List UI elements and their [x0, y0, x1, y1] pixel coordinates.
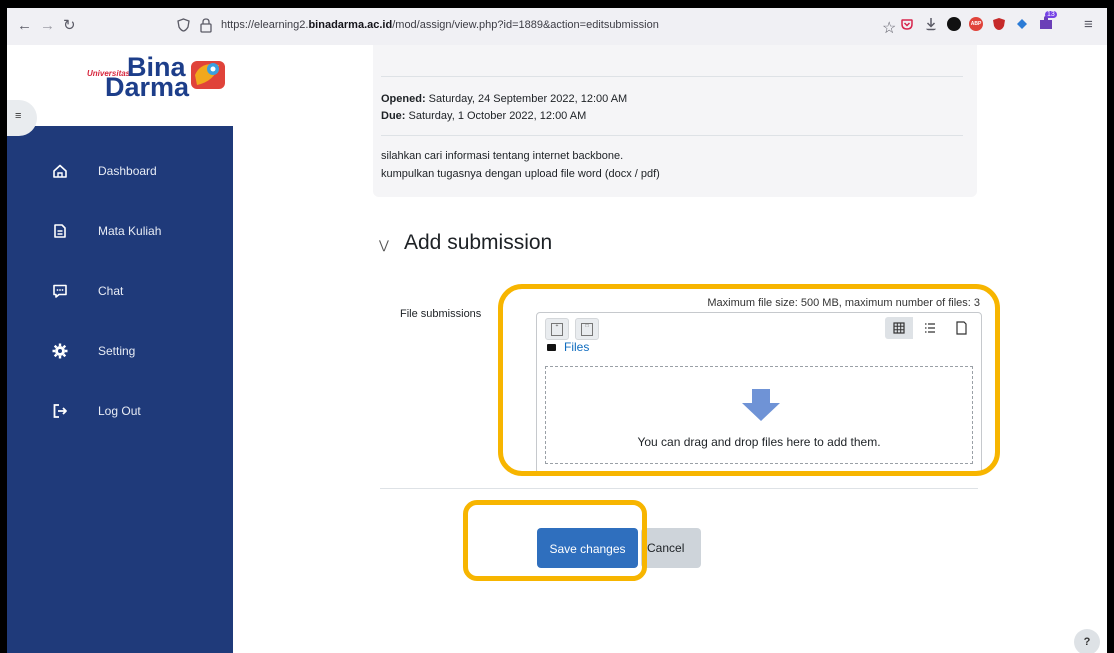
list-view-button[interactable] — [916, 317, 944, 339]
logo-darma-text: Darma — [105, 72, 190, 102]
file-manager: + □ Files You can drag and drop files he… — [536, 312, 982, 474]
document-icon — [54, 224, 66, 238]
help-button[interactable]: ? — [1074, 629, 1100, 653]
collapse-chevron-icon[interactable]: ⋁ — [379, 238, 389, 252]
pocket-icon[interactable] — [900, 17, 914, 31]
sidebar-item-label: Dashboard — [98, 164, 157, 178]
browser-toolbar: ← → ↻ https://elearning2.binadarma.ac.id… — [7, 8, 1107, 46]
main-content: Opened: Saturday, 24 September 2022, 12:… — [233, 45, 1107, 653]
sidebar-item-label: Setting — [98, 344, 136, 358]
sidebar-item-label: Chat — [98, 284, 124, 298]
due-date: Due: Saturday, 1 October 2022, 12:00 AM — [381, 110, 587, 122]
file-submissions-label: File submissions — [400, 308, 482, 320]
url-text[interactable]: https://elearning2.binadarma.ac.id/mod/a… — [221, 19, 659, 31]
assignment-description-line: kumpulkan tugasnya dengan upload file wo… — [381, 168, 660, 180]
divider — [380, 488, 978, 489]
chat-icon — [53, 284, 67, 298]
extension-count-badge: 13 — [1045, 11, 1057, 18]
gear-icon — [52, 343, 68, 359]
tree-view-icon — [956, 321, 967, 335]
opened-date: Opened: Saturday, 24 September 2022, 12:… — [381, 93, 628, 105]
app-menu-icon[interactable]: ≡ — [1084, 15, 1093, 35]
list-icon: ≡ — [15, 110, 22, 122]
adblock-icon[interactable]: ABP — [969, 17, 983, 31]
drop-zone-text: You can drag and drop files here to add … — [637, 435, 881, 449]
sidebar-item-dashboard[interactable]: Dashboard — [7, 152, 233, 192]
browser-window: ← → ↻ https://elearning2.binadarma.ac.id… — [7, 8, 1107, 653]
ublock-icon[interactable] — [992, 17, 1006, 31]
site-logo[interactable]: Universitas Bina Darma — [7, 45, 233, 127]
grid-view-button[interactable] — [885, 317, 913, 339]
sidebar-item-log-out[interactable]: Log Out — [7, 392, 233, 432]
divider — [381, 135, 963, 136]
section-title: Add submission — [404, 231, 553, 254]
cancel-button[interactable]: Cancel — [641, 528, 701, 568]
sidebar-item-label: Log Out — [98, 404, 141, 418]
url-bar[interactable]: https://elearning2.binadarma.ac.id/mod/a… — [97, 12, 896, 40]
tracking-shield-icon[interactable] — [177, 18, 190, 32]
forward-icon[interactable]: → — [40, 16, 55, 36]
assignment-description-line: silahkan cari informasi tentang internet… — [381, 150, 624, 162]
create-folder-button[interactable]: □ — [575, 318, 599, 340]
folder-icon — [547, 344, 556, 351]
reload-icon[interactable]: ↻ — [63, 16, 76, 36]
logout-icon — [53, 404, 67, 418]
add-file-button[interactable]: + — [545, 318, 569, 340]
grid-view-icon — [893, 322, 905, 334]
max-file-size-text: Maximum file size: 500 MB, maximum numbe… — [707, 297, 980, 309]
add-file-icon: + — [551, 323, 563, 336]
divider — [381, 76, 963, 77]
list-view-icon — [925, 323, 935, 333]
save-changes-button[interactable]: Save changes — [537, 528, 638, 568]
sidebar: Dashboard Mata Kuliah Chat Setting Log O… — [7, 126, 233, 653]
tree-view-button[interactable] — [947, 317, 975, 339]
back-icon[interactable]: ← — [17, 16, 32, 36]
drop-arrow-icon — [742, 389, 780, 421]
extension-diamond-icon[interactable] — [1015, 17, 1029, 31]
assignment-info-box: Opened: Saturday, 24 September 2022, 12:… — [373, 45, 977, 197]
bookmark-star-icon[interactable]: ☆ — [882, 18, 896, 38]
download-icon[interactable] — [924, 17, 938, 31]
logo-mark-icon — [191, 61, 225, 89]
sidebar-item-mata-kuliah[interactable]: Mata Kuliah — [7, 212, 233, 252]
sidebar-item-setting[interactable]: Setting — [7, 332, 233, 372]
extensions-puzzle-icon[interactable]: 13 — [1037, 11, 1057, 32]
sidebar-item-chat[interactable]: Chat — [7, 272, 233, 312]
create-folder-icon: □ — [581, 323, 593, 336]
sidebar-item-label: Mata Kuliah — [98, 224, 162, 238]
file-drop-zone[interactable]: You can drag and drop files here to add … — [545, 366, 973, 464]
lock-icon[interactable] — [199, 17, 213, 33]
files-path-link[interactable]: Files — [564, 340, 589, 354]
view-toggle-group — [885, 317, 975, 339]
home-icon — [53, 164, 67, 178]
extension-dark-icon[interactable] — [947, 17, 961, 31]
